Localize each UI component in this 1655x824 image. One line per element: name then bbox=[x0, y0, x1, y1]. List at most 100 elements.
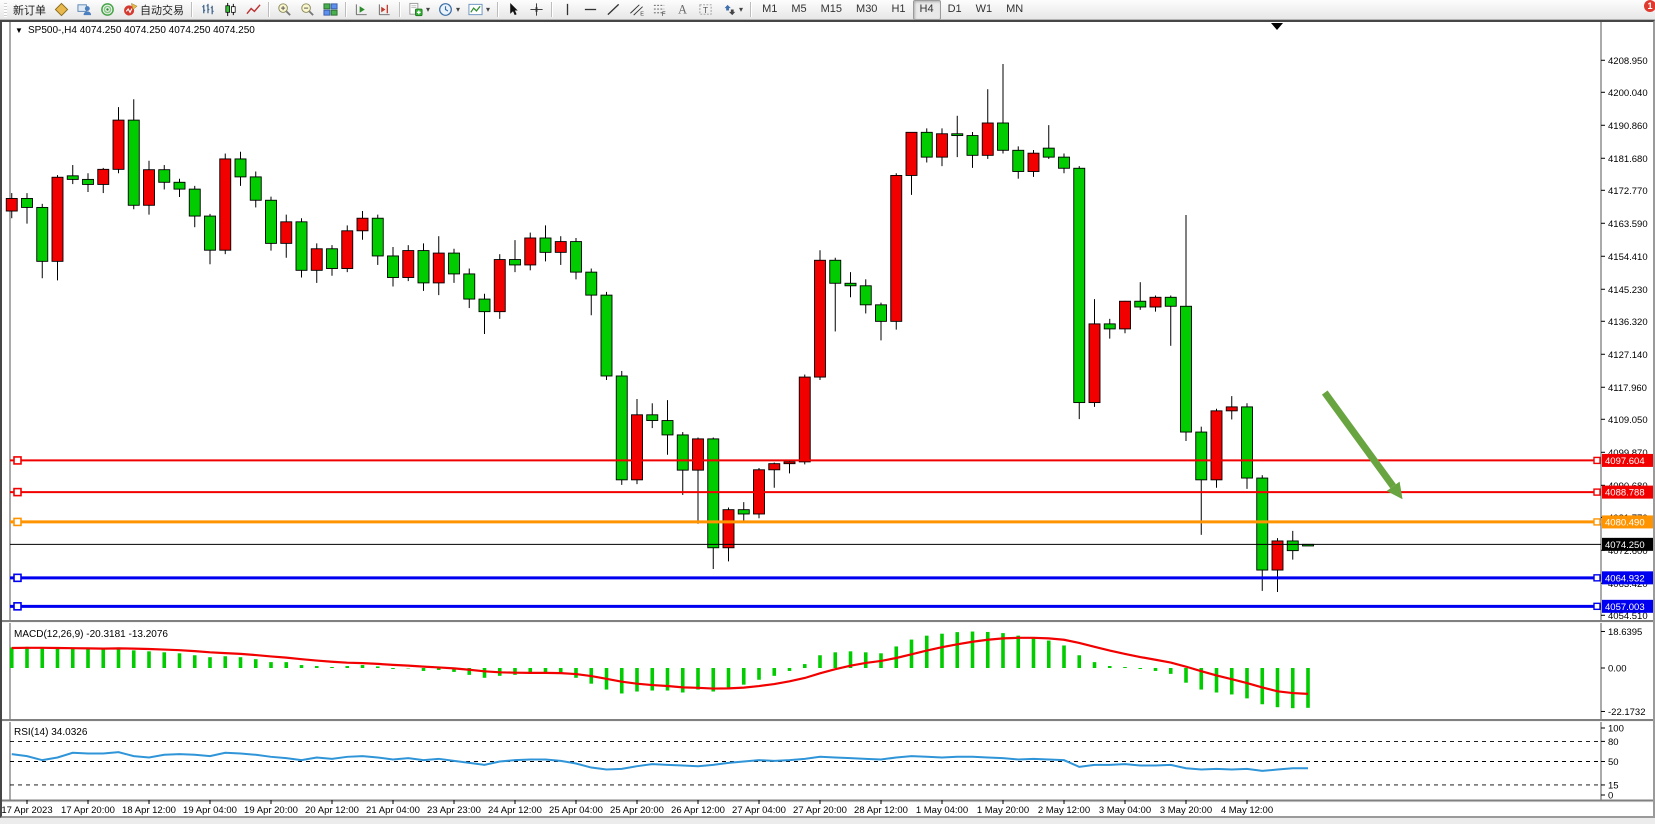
candle-body bbox=[632, 415, 643, 480]
line-anchor-marker[interactable] bbox=[14, 603, 21, 610]
candle-body bbox=[1272, 541, 1283, 570]
line-chart-icon bbox=[246, 2, 261, 17]
tile-windows-button[interactable] bbox=[319, 0, 342, 20]
trendline-button[interactable] bbox=[602, 0, 625, 20]
text-button[interactable]: A bbox=[671, 0, 694, 20]
indicators-button[interactable]: ▾ bbox=[404, 0, 434, 20]
timeframe-button-m5[interactable]: M5 bbox=[784, 0, 813, 20]
chart-collapse-icon[interactable]: ▼ bbox=[15, 26, 23, 35]
autotrading-button[interactable]: 自动交易 bbox=[119, 0, 188, 20]
line-anchor-marker[interactable] bbox=[1594, 519, 1600, 525]
candle-body bbox=[144, 170, 155, 206]
chevron-down-icon[interactable]: ▾ bbox=[486, 5, 490, 14]
auto-scroll-icon bbox=[354, 2, 369, 17]
price-axis-tick-label: 4163.590 bbox=[1608, 219, 1648, 230]
candle-body bbox=[723, 510, 734, 548]
line-anchor-marker[interactable] bbox=[14, 489, 21, 496]
candle-body bbox=[342, 231, 353, 269]
candle-body bbox=[1165, 297, 1176, 306]
horizontal-line-button[interactable] bbox=[579, 0, 602, 20]
toolbar-separator bbox=[345, 2, 347, 17]
zoom-in-icon bbox=[277, 2, 292, 17]
trendline-icon bbox=[606, 2, 621, 17]
clock-icon bbox=[438, 2, 453, 17]
arrows-button[interactable]: ▾ bbox=[717, 0, 747, 20]
candle-body bbox=[1150, 297, 1161, 307]
timeframe-button-m30[interactable]: M30 bbox=[849, 0, 884, 20]
line-anchor-marker[interactable] bbox=[14, 518, 21, 525]
candle-body bbox=[37, 207, 48, 261]
cursor-icon bbox=[506, 2, 521, 17]
macd-axis-label: 0.00 bbox=[1608, 664, 1627, 675]
candle-body bbox=[464, 274, 475, 299]
toolbar-right: 1 bbox=[1641, 0, 1649, 20]
line-anchor-marker[interactable] bbox=[14, 457, 21, 464]
indicators-icon bbox=[408, 2, 423, 17]
toolbar-separator bbox=[551, 2, 553, 17]
candle-body bbox=[281, 222, 292, 244]
bar-chart-button[interactable] bbox=[196, 0, 219, 20]
timeframe-button-h4[interactable]: H4 bbox=[913, 0, 941, 20]
price-axis-tick-label: 4172.770 bbox=[1608, 186, 1648, 197]
chevron-down-icon[interactable]: ▾ bbox=[426, 5, 430, 14]
cursor-button[interactable] bbox=[502, 0, 525, 20]
chevron-down-icon[interactable]: ▾ bbox=[739, 5, 743, 14]
candle-body bbox=[388, 256, 399, 278]
auto-scroll-button[interactable] bbox=[350, 0, 373, 20]
candle-body bbox=[510, 260, 521, 265]
text-label-button[interactable]: T bbox=[694, 0, 717, 20]
fibonacci-icon: F bbox=[652, 2, 667, 17]
time-axis-label: 26 Apr 12:00 bbox=[671, 805, 725, 816]
fibonacci-button[interactable]: F bbox=[648, 0, 671, 20]
equidistant-channel-button[interactable]: E bbox=[625, 0, 648, 20]
timeframe-button-m15[interactable]: M15 bbox=[814, 0, 849, 20]
candlestick-button[interactable] bbox=[219, 0, 242, 20]
candle-body bbox=[449, 253, 460, 274]
line-anchor-marker[interactable] bbox=[1594, 489, 1600, 495]
timeframe-button-h1[interactable]: H1 bbox=[884, 0, 912, 20]
candle-body bbox=[220, 159, 231, 250]
candle-body bbox=[113, 120, 124, 169]
zoom-out-button[interactable] bbox=[296, 0, 319, 20]
chevron-down-icon[interactable]: ▾ bbox=[456, 5, 460, 14]
timeframe-button-d1[interactable]: D1 bbox=[941, 0, 969, 20]
chart-canvas[interactable]: 4208.9504200.0404190.8604181.6804172.770… bbox=[2, 22, 1653, 816]
candle-body bbox=[1104, 324, 1115, 329]
candle-body bbox=[327, 249, 338, 269]
new-order-button[interactable]: 新订单 bbox=[9, 0, 50, 20]
candle-body bbox=[1226, 407, 1237, 411]
candle-body bbox=[769, 464, 780, 470]
market-watch-button[interactable] bbox=[50, 0, 73, 20]
candle-body bbox=[921, 132, 932, 157]
chart-shift-button[interactable] bbox=[373, 0, 396, 20]
timeframe-button-w1[interactable]: W1 bbox=[969, 0, 1000, 20]
svg-text:T: T bbox=[703, 5, 708, 15]
zoom-in-button[interactable] bbox=[273, 0, 296, 20]
toolbar-separator bbox=[750, 2, 752, 17]
candle-body bbox=[1242, 407, 1253, 478]
line-anchor-marker[interactable] bbox=[14, 574, 21, 581]
terminal-button[interactable] bbox=[73, 0, 96, 20]
line-chart-button[interactable] bbox=[242, 0, 265, 20]
candle-body bbox=[1196, 432, 1207, 480]
signals-button[interactable] bbox=[96, 0, 119, 20]
crosshair-button[interactable] bbox=[525, 0, 548, 20]
timeframe-button-m1[interactable]: M1 bbox=[755, 0, 784, 20]
line-anchor-marker[interactable] bbox=[1594, 603, 1600, 609]
price-axis-tick-label: 4145.230 bbox=[1608, 285, 1648, 296]
candle-body bbox=[571, 242, 582, 273]
candle-body bbox=[662, 421, 673, 435]
time-axis-label: 17 Apr 20:00 bbox=[61, 805, 115, 816]
horizontal-line-icon bbox=[583, 2, 598, 17]
rsi-axis-label: 80 bbox=[1608, 737, 1619, 748]
candle-body bbox=[967, 136, 978, 156]
line-anchor-marker[interactable] bbox=[1594, 457, 1600, 463]
notification-badge: 1 bbox=[1644, 0, 1655, 12]
vertical-line-button[interactable] bbox=[556, 0, 579, 20]
candle-body bbox=[799, 377, 810, 462]
line-anchor-marker[interactable] bbox=[1594, 575, 1600, 581]
candle-body bbox=[1013, 150, 1024, 171]
timeframe-button-mn[interactable]: MN bbox=[999, 0, 1030, 20]
periods-button[interactable]: ▾ bbox=[434, 0, 464, 20]
templates-button[interactable]: ▾ bbox=[464, 0, 494, 20]
